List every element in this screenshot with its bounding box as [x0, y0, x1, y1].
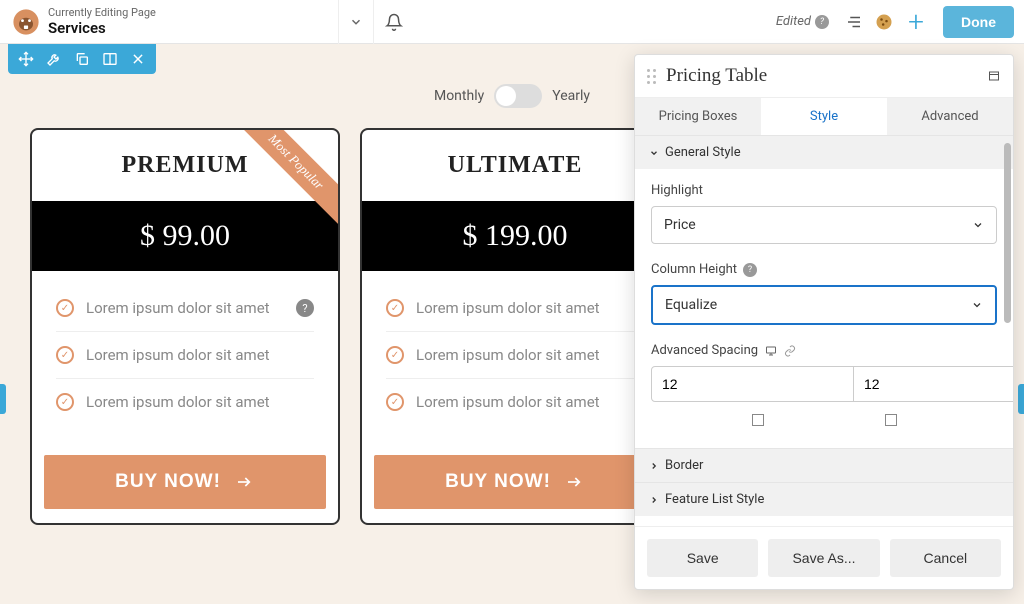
tab-style[interactable]: Style [761, 98, 887, 135]
save-as-button[interactable]: Save As... [768, 539, 879, 577]
square-icon [752, 414, 764, 426]
page-title-block: Currently Editing Page Services [48, 6, 164, 37]
save-button[interactable]: Save [647, 539, 758, 577]
page-title: Services [48, 19, 156, 37]
toggle-label-left: Monthly [434, 88, 484, 104]
advanced-spacing-label: Advanced Spacing [651, 343, 997, 358]
move-icon[interactable] [12, 48, 40, 70]
highlight-label: Highlight [651, 183, 997, 198]
expand-icon[interactable] [987, 70, 1001, 82]
element-toolbar [8, 44, 156, 74]
scrollbar[interactable] [1004, 143, 1011, 529]
topbar-left: Currently Editing Page Services [0, 0, 374, 44]
spacing-input-right[interactable] [854, 366, 1013, 402]
card-price: $ 99.00 [32, 201, 338, 271]
copy-icon[interactable] [68, 48, 96, 70]
chevron-down-icon [649, 148, 659, 158]
feature-item: ✓Lorem ipsum dolor sit amet [386, 332, 644, 379]
help-icon[interactable]: ? [743, 263, 757, 277]
feature-item: ✓Lorem ipsum dolor sit amet [386, 379, 644, 425]
feature-list: ✓Lorem ipsum dolor sit amet? ✓Lorem ipsu… [32, 271, 338, 435]
tab-pricing-boxes[interactable]: Pricing Boxes [635, 98, 761, 135]
add-button[interactable]: + [899, 5, 933, 38]
feature-item: ✓Lorem ipsum dolor sit amet [386, 285, 644, 332]
buy-button[interactable]: BUY NOW! [44, 455, 326, 509]
top-bar: Currently Editing Page Services Edited ?… [0, 0, 1024, 44]
arrow-right-icon [563, 474, 585, 490]
panel-tabs: Pricing Boxes Style Advanced [635, 98, 1013, 135]
cancel-button[interactable]: Cancel [890, 539, 1001, 577]
buy-button[interactable]: BUY NOW! [374, 455, 656, 509]
chevron-right-icon [649, 495, 659, 505]
link-icon[interactable] [784, 345, 796, 357]
cookie-icon[interactable] [869, 12, 899, 32]
right-handle[interactable] [1018, 384, 1024, 414]
billing-toggle[interactable] [494, 84, 542, 108]
feature-item: ✓Lorem ipsum dolor sit amet [56, 379, 314, 425]
spacing-input-left[interactable] [651, 366, 854, 402]
chevron-down-icon [971, 299, 983, 311]
settings-panel: Pricing Table Pricing Boxes Style Advanc… [634, 54, 1014, 590]
notifications-icon[interactable] [374, 13, 414, 31]
desktop-icon[interactable] [764, 345, 778, 357]
check-icon: ✓ [386, 299, 404, 317]
section-general-style[interactable]: General Style [635, 135, 1013, 169]
done-button[interactable]: Done [943, 6, 1014, 38]
panel-title: Pricing Table [666, 65, 987, 87]
help-icon[interactable]: ? [815, 15, 829, 29]
drag-handle-icon[interactable] [647, 69, 656, 84]
check-icon: ✓ [56, 393, 74, 411]
column-icon[interactable] [96, 48, 124, 70]
outline-icon[interactable] [839, 13, 869, 31]
check-icon: ✓ [386, 393, 404, 411]
chevron-right-icon [649, 461, 659, 471]
check-icon: ✓ [56, 299, 74, 317]
feature-list: ✓Lorem ipsum dolor sit amet ✓Lorem ipsum… [362, 271, 668, 435]
spacing-indicators [651, 410, 997, 434]
arrow-right-icon [233, 474, 255, 490]
card-price: $ 199.00 [362, 201, 668, 271]
section-feature-list[interactable]: Feature List Style [635, 482, 1013, 516]
feature-item: ✓Lorem ipsum dolor sit amet? [56, 285, 314, 332]
beaver-logo[interactable] [12, 8, 40, 36]
check-icon: ✓ [56, 346, 74, 364]
left-handle[interactable] [0, 384, 6, 414]
spacing-inputs: px [651, 366, 997, 402]
panel-body: Highlight Price Column Height ? Equalize… [635, 169, 1013, 448]
pricing-card-ultimate[interactable]: ULTIMATE $ 199.00 ✓Lorem ipsum dolor sit… [360, 128, 670, 525]
title-subtitle: Currently Editing Page [48, 6, 156, 19]
column-height-select[interactable]: Equalize [651, 285, 997, 325]
highlight-select[interactable]: Price [651, 206, 997, 244]
close-icon[interactable] [124, 48, 152, 70]
title-dropdown[interactable] [338, 0, 374, 44]
square-icon [885, 414, 897, 426]
panel-header[interactable]: Pricing Table [635, 55, 1013, 98]
wrench-icon[interactable] [40, 48, 68, 70]
column-height-label: Column Height ? [651, 262, 997, 277]
tab-advanced[interactable]: Advanced [887, 98, 1013, 135]
card-title: ULTIMATE [362, 130, 668, 201]
check-icon: ✓ [386, 346, 404, 364]
chevron-down-icon [972, 219, 984, 231]
edited-status: Edited ? [776, 14, 829, 29]
feature-item: ✓Lorem ipsum dolor sit amet [56, 332, 314, 379]
info-icon[interactable]: ? [296, 299, 314, 317]
section-border[interactable]: Border [635, 448, 1013, 482]
toggle-label-right: Yearly [552, 88, 590, 104]
panel-footer: Save Save As... Cancel [635, 526, 1013, 589]
pricing-card-premium[interactable]: Most Popular PREMIUM $ 99.00 ✓Lorem ipsu… [30, 128, 340, 525]
